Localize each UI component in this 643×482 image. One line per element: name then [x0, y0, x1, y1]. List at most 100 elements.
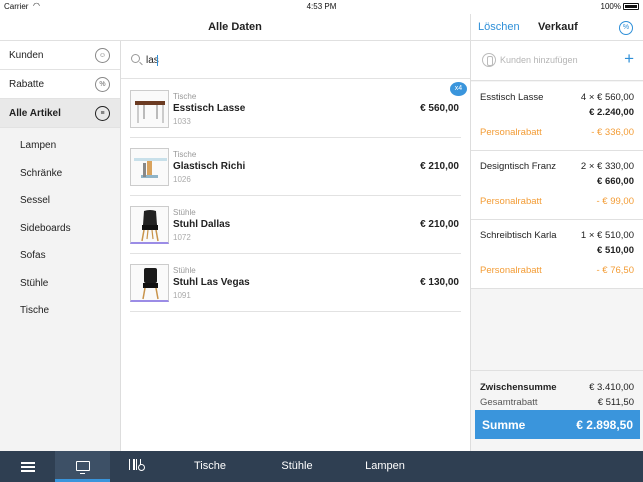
- barcode-search-button[interactable]: [125, 451, 155, 482]
- cart-item-name: Esstisch Lasse: [480, 92, 544, 103]
- cart-item-name: Designtisch Franz: [480, 161, 557, 172]
- percent-icon[interactable]: %: [619, 21, 633, 35]
- sidebar-item-customers[interactable]: Kunden ☺: [0, 41, 120, 70]
- sidebar-subitem-sideboards[interactable]: Sideboards: [0, 215, 120, 243]
- cart-item-quantity: 1 × € 510,00: [580, 230, 634, 241]
- product-row[interactable]: Stühle Stuhl Dallas 1072 € 210,00: [130, 196, 461, 254]
- subtotal-value: € 3.410,00: [589, 382, 634, 393]
- sidebar-subitem-sofas[interactable]: Sofas: [0, 242, 120, 270]
- product-category: Tische: [173, 150, 197, 159]
- product-row[interactable]: Tische Glastisch Richi 1026 € 210,00: [130, 138, 461, 196]
- sidebar-subitem-tische[interactable]: Tische: [0, 297, 120, 325]
- search-icon: [131, 54, 140, 63]
- magnifier-icon: [138, 464, 145, 471]
- product-name: Glastisch Richi: [173, 161, 246, 172]
- menu-icon: [21, 470, 35, 472]
- cart-item[interactable]: Esstisch Lasse 4 × € 560,00 € 2.240,00 P…: [471, 82, 643, 151]
- battery-icon: [623, 3, 639, 10]
- product-name: Stuhl Las Vegas: [173, 277, 250, 288]
- product-row[interactable]: Stühle Stuhl Las Vegas 1091 € 130,00: [130, 254, 461, 312]
- text-caret: [157, 55, 158, 66]
- cart-item-name: Schreibtisch Karla: [480, 230, 557, 241]
- customers-icon: ☺: [95, 48, 110, 63]
- add-customer-row[interactable]: Kunden hinzufügen +: [471, 41, 643, 81]
- sidebar-subitem-schraenke[interactable]: Schränke: [0, 160, 120, 188]
- cart-item-discount: - € 336,00: [591, 127, 634, 138]
- product-price: € 560,00: [420, 103, 459, 114]
- cart-item-total: € 2.240,00: [589, 107, 634, 118]
- sidebar-item-label: Rabatte: [9, 79, 45, 90]
- register-view-button[interactable]: [55, 451, 110, 482]
- cart-panel: Kunden hinzufügen + Esstisch Lasse 4 × €…: [470, 41, 643, 451]
- clock: 4:53 PM: [306, 2, 337, 11]
- cart-item-quantity: 2 × € 330,00: [580, 161, 634, 172]
- battery-percent: 100%: [600, 2, 621, 11]
- product-price: € 210,00: [420, 219, 459, 230]
- search-bar: [121, 41, 470, 79]
- sidebar-item-label: Alle Artikel: [9, 108, 61, 119]
- product-image-chair: [130, 206, 169, 244]
- product-image-table: [130, 90, 169, 128]
- cart-item-discount-label: Personalrabatt: [480, 196, 542, 207]
- product-row[interactable]: Tische Esstisch Lasse 1033 € 560,00 x4: [130, 80, 467, 138]
- cart-quantity-badge: x4: [450, 82, 467, 96]
- sidebar-item-label: Kunden: [9, 50, 44, 61]
- total-discount-value: € 511,50: [597, 397, 634, 408]
- checkout-sum-button[interactable]: Summe € 2.898,50: [475, 410, 640, 439]
- cart-totals: Zwischensumme € 3.410,00 Gesamtrabatt € …: [471, 370, 643, 451]
- monitor-icon: [76, 461, 90, 474]
- product-price: € 210,00: [420, 161, 459, 172]
- product-name: Stuhl Dallas: [173, 219, 231, 230]
- product-name: Esstisch Lasse: [173, 103, 246, 114]
- menu-icon: [21, 462, 35, 464]
- sidebar-subitem-lampen[interactable]: Lampen: [0, 132, 120, 160]
- category-shortcut-lampen[interactable]: Lampen: [355, 451, 415, 482]
- plus-icon[interactable]: +: [624, 49, 634, 69]
- product-image-glass-table: [130, 148, 169, 186]
- subtotal-label: Zwischensumme: [480, 382, 557, 393]
- sidebar: Kunden ☺ Rabatte % Alle Artikel ≡ Lampen…: [0, 41, 121, 451]
- menu-button[interactable]: [0, 451, 55, 482]
- product-list: Tische Esstisch Lasse 1033 € 560,00 x4 T…: [121, 80, 470, 312]
- percent-icon: %: [95, 77, 110, 92]
- sale-title: Verkauf: [538, 21, 578, 33]
- cart-item[interactable]: Schreibtisch Karla 1 × € 510,00 € 510,00…: [471, 220, 643, 289]
- cart-item-discount: - € 99,00: [596, 196, 635, 207]
- search-input[interactable]: [146, 50, 446, 70]
- menu-icon: [21, 466, 35, 468]
- cart-item-discount-label: Personalrabatt: [480, 265, 542, 276]
- page-title: Alle Daten: [0, 14, 470, 41]
- cart-item-discount-label: Personalrabatt: [480, 127, 542, 138]
- product-sku: 1026: [173, 175, 191, 184]
- person-icon: [482, 53, 496, 67]
- sidebar-subitem-sessel[interactable]: Sessel: [0, 187, 120, 215]
- sidebar-item-all-articles[interactable]: Alle Artikel ≡: [0, 99, 120, 128]
- product-sku: 1072: [173, 233, 191, 242]
- product-sku: 1033: [173, 117, 191, 126]
- customer-placeholder: Kunden hinzufügen: [500, 55, 578, 65]
- product-category: Tische: [173, 92, 197, 101]
- bottom-bar: Tische Stühle Lampen: [0, 451, 643, 482]
- sidebar-item-discounts[interactable]: Rabatte %: [0, 70, 120, 99]
- sum-value: € 2.898,50: [576, 418, 633, 432]
- product-category: Stühle: [173, 208, 196, 217]
- status-bar: Carrier ◠ 4:53 PM 100%: [0, 0, 643, 14]
- cart-item[interactable]: Designtisch Franz 2 × € 330,00 € 660,00 …: [471, 151, 643, 220]
- product-category: Stühle: [173, 266, 196, 275]
- sale-header: Löschen Verkauf %: [470, 14, 643, 41]
- cart-item-total: € 510,00: [597, 245, 634, 256]
- list-icon: ≡: [95, 106, 110, 121]
- cart-items: Esstisch Lasse 4 × € 560,00 € 2.240,00 P…: [471, 82, 643, 289]
- cart-item-total: € 660,00: [597, 176, 634, 187]
- delete-button[interactable]: Löschen: [478, 14, 520, 41]
- sidebar-subitem-stuehle[interactable]: Stühle: [0, 270, 120, 298]
- product-image-chair: [130, 264, 169, 302]
- cart-item-discount: - € 76,50: [596, 265, 635, 276]
- cart-item-quantity: 4 × € 560,00: [580, 92, 634, 103]
- total-discount-label: Gesamtrabatt: [480, 397, 538, 408]
- sum-label: Summe: [482, 418, 526, 432]
- category-shortcut-stuehle[interactable]: Stühle: [267, 451, 327, 482]
- category-shortcut-tische[interactable]: Tische: [180, 451, 240, 482]
- product-sku: 1091: [173, 291, 191, 300]
- product-price: € 130,00: [420, 277, 459, 288]
